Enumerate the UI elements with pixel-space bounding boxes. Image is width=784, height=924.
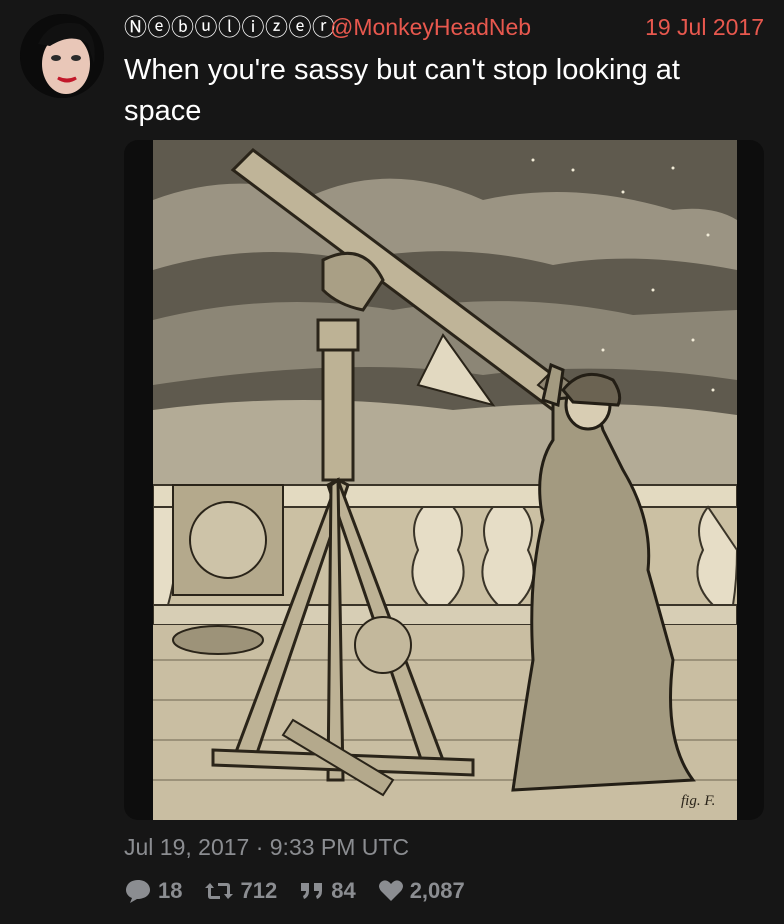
tweet-timestamp[interactable]: Jul 19, 2017 · 9:33 PM UTC: [124, 832, 409, 862]
quote-stat[interactable]: 84: [299, 878, 356, 904]
figure-caption-mark: fig. F.: [681, 793, 715, 809]
avatar[interactable]: [20, 14, 104, 98]
quote-marks-icon: [299, 880, 325, 902]
quote-count: 84: [331, 878, 356, 903]
retweet-arrows-icon: [204, 879, 234, 903]
tweet-date[interactable]: 19 Jul 2017: [645, 12, 764, 42]
tweet-stats: 18 712 84 2,087: [124, 874, 487, 908]
tweet-media[interactable]: fig. F.: [124, 140, 764, 820]
tweet-text: When you're sassy but can't stop looking…: [124, 54, 680, 127]
user-handle[interactable]: @MonkeyHeadNeb: [330, 12, 531, 42]
like-count: 2,087: [409, 878, 465, 903]
tweet-header: Ⓝⓔⓑⓤⓛⓘⓩⓔⓡ @MonkeyHeadNeb 19 Jul 2017: [124, 12, 764, 44]
comment-bubble-icon: [124, 878, 152, 904]
display-name[interactable]: Ⓝⓔⓑⓤⓛⓘⓩⓔⓡ: [124, 12, 336, 42]
tweet: Ⓝⓔⓑⓤⓛⓘⓩⓔⓡ @MonkeyHeadNeb 19 Jul 2017 Whe…: [0, 0, 784, 924]
like-stat[interactable]: 2,087: [378, 878, 465, 904]
heart-icon: [378, 879, 404, 903]
telescope-engraving-image: fig. F.: [153, 140, 737, 820]
reply-count: 18: [158, 878, 183, 903]
reply-stat[interactable]: 18: [124, 878, 182, 904]
retweet-count: 712: [240, 878, 278, 903]
retweet-stat[interactable]: 712: [204, 878, 277, 904]
